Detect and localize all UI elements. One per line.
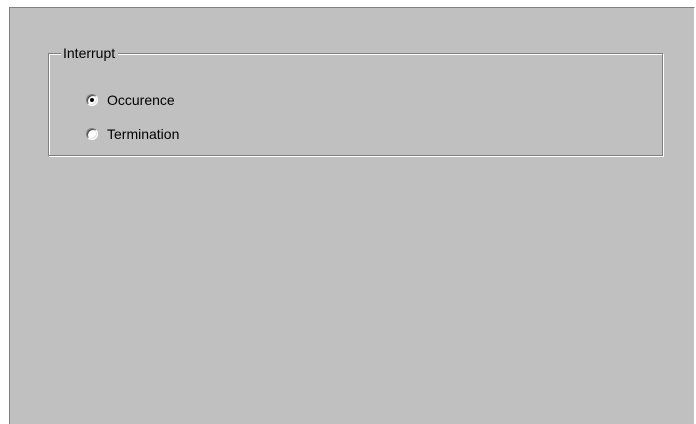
settings-panel: Interrupt Occurence Termination [9,7,695,424]
radio-occurence-circle[interactable] [86,94,98,106]
radio-occurence-label[interactable]: Occurence [107,91,175,109]
radio-termination[interactable]: Termination [86,125,179,143]
radio-selected-dot [90,98,94,102]
radio-occurence[interactable]: Occurence [86,91,175,109]
interrupt-groupbox: Interrupt Occurence Termination [48,44,663,156]
radio-termination-label[interactable]: Termination [107,125,179,143]
interrupt-group-title: Interrupt [61,44,119,62]
radio-termination-circle[interactable] [86,128,98,140]
